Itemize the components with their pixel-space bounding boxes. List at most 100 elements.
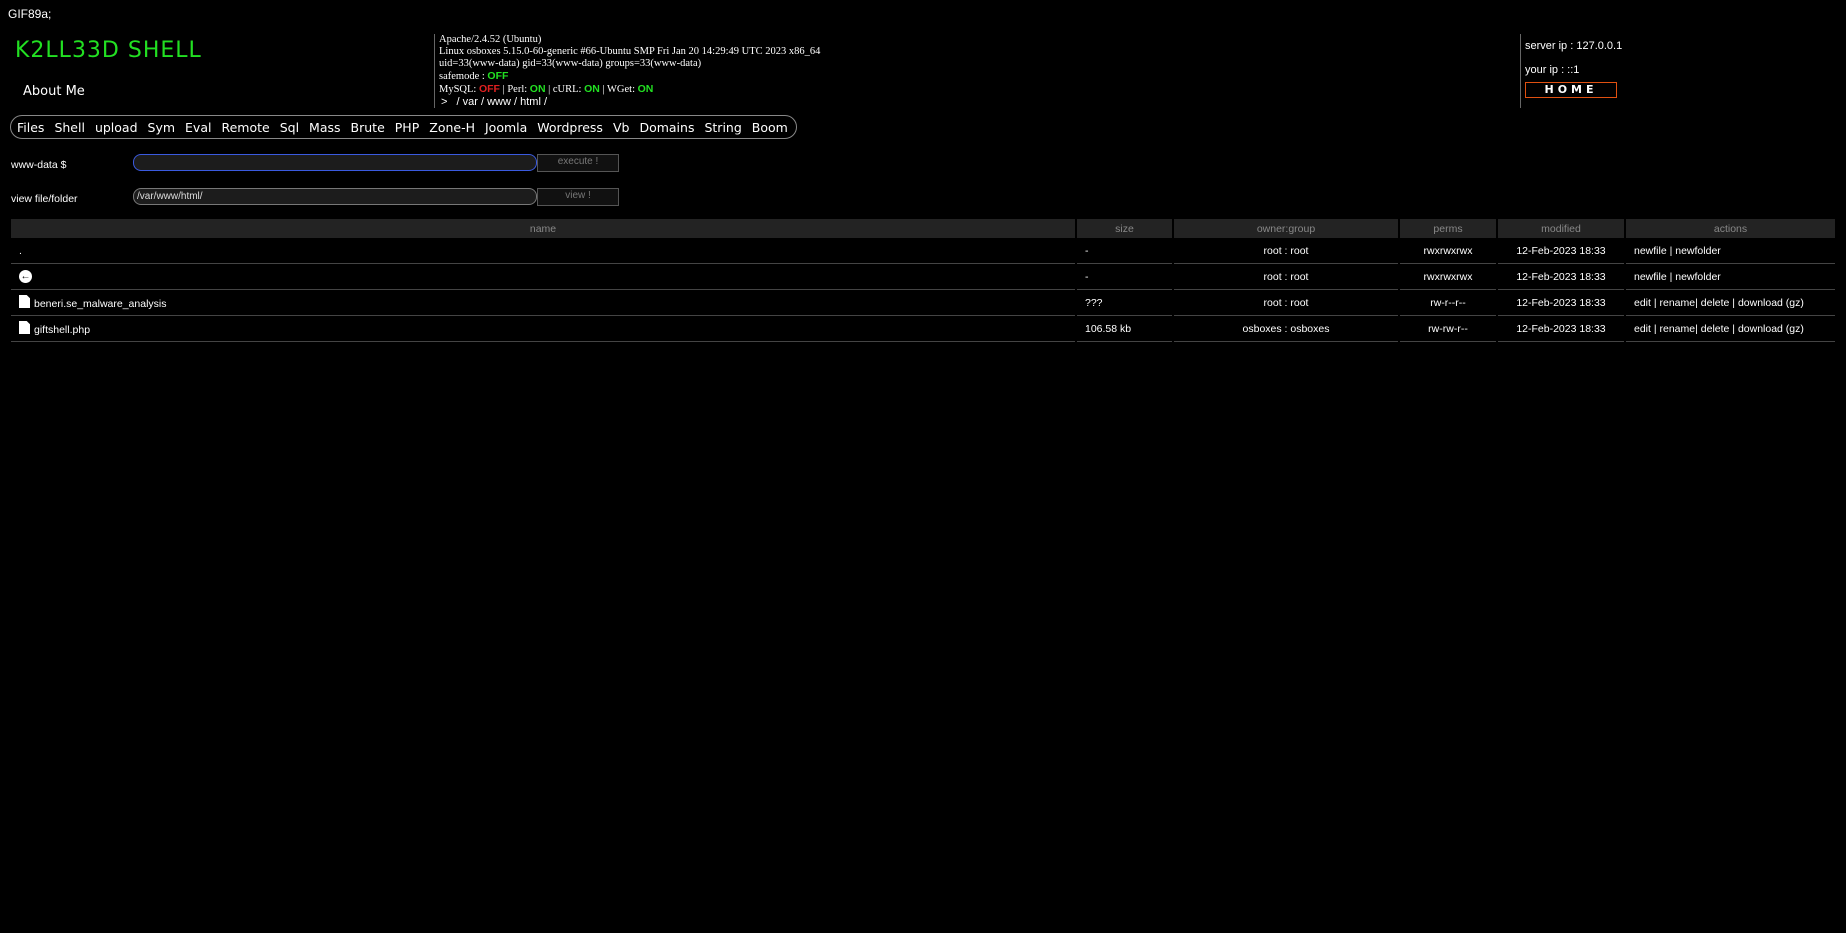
file-perms[interactable]: rwxrwxrwx	[1400, 238, 1496, 264]
file-owner: root : root	[1174, 264, 1398, 290]
file-actions: newfile | newfolder	[1626, 238, 1835, 264]
view-button[interactable]: view !	[537, 188, 619, 206]
file-icon	[19, 321, 30, 334]
file-actions: edit | rename| delete | download (gz)	[1626, 316, 1835, 342]
nav-string[interactable]: String	[704, 120, 741, 135]
download-link[interactable]: download (gz)	[1738, 297, 1804, 309]
header-perms: perms	[1400, 219, 1496, 238]
table-row: beneri.se_malware_analysis ??? root : ro…	[11, 290, 1835, 316]
back-arrow-icon[interactable]: ←	[19, 270, 32, 283]
path-separator: /	[480, 96, 485, 108]
server-ip: server ip : 127.0.0.1	[1525, 40, 1623, 52]
current-path-breadcrumb: > / var / www / html /	[439, 96, 820, 108]
view-path-label: view file/folder	[11, 193, 78, 205]
path-html-link[interactable]: html	[520, 96, 541, 108]
file-size: -	[1077, 238, 1172, 264]
uname-info: Linux osboxes 5.15.0-60-generic #66-Ubun…	[439, 46, 821, 57]
file-perms[interactable]: rwxrwxrwx	[1400, 264, 1496, 290]
rename-link[interactable]: rename	[1660, 297, 1696, 309]
nav-sym[interactable]: Sym	[148, 120, 176, 135]
rename-link[interactable]: rename	[1660, 323, 1696, 335]
header-name: name	[11, 219, 1075, 238]
curl-status: ON	[584, 83, 600, 95]
about-me-link[interactable]: About Me	[23, 84, 85, 99]
newfile-link[interactable]: newfile	[1634, 245, 1667, 257]
path-separator: /	[543, 96, 548, 108]
ip-info-panel: server ip : 127.0.0.1 your ip : ::1 HOME	[1520, 34, 1622, 108]
nav-vb[interactable]: Vb	[613, 120, 630, 135]
curl-label: | cURL:	[545, 84, 585, 95]
nav-zone-h[interactable]: Zone-H	[429, 120, 475, 135]
file-name-cell: beneri.se_malware_analysis	[11, 290, 1075, 316]
table-row: ← - root : root rwxrwxrwx 12-Feb-2023 18…	[11, 264, 1835, 290]
extensions-info: MySQL: OFF | Perl: ON | cURL: ON | WGet:…	[439, 83, 820, 96]
command-prompt-label: www-data $	[11, 159, 67, 171]
nav-boom[interactable]: Boom	[752, 120, 788, 135]
path-root-link[interactable]: /	[457, 96, 460, 108]
file-owner: root : root	[1174, 238, 1398, 264]
nav-eval[interactable]: Eval	[185, 120, 211, 135]
shell-logo: K2LL33D SHELL	[15, 38, 202, 63]
header-size: size	[1077, 219, 1172, 238]
download-link[interactable]: download (gz)	[1738, 323, 1804, 335]
file-perms[interactable]: rw-rw-r--	[1400, 316, 1496, 342]
user-info: uid=33(www-data) gid=33(www-data) groups…	[439, 58, 702, 69]
header-modified: modified	[1498, 219, 1624, 238]
command-input[interactable]	[133, 154, 537, 171]
nav-mass[interactable]: Mass	[309, 120, 340, 135]
file-list-table: name size owner:group perms modified act…	[9, 219, 1837, 342]
nav-wordpress[interactable]: Wordpress	[537, 120, 603, 135]
file-size: 106.58 kb	[1077, 316, 1172, 342]
file-owner: osboxes : osboxes	[1174, 316, 1398, 342]
nav-remote[interactable]: Remote	[221, 120, 269, 135]
path-separator: /	[514, 96, 518, 108]
execute-button[interactable]: execute !	[537, 154, 619, 172]
file-size: ???	[1077, 290, 1172, 316]
parent-dir-cell: ←	[11, 264, 1075, 290]
file-name-link[interactable]: beneri.se_malware_analysis	[34, 298, 167, 310]
delete-link[interactable]: delete	[1701, 323, 1730, 335]
path-var-link[interactable]: var	[463, 96, 478, 108]
nav-php[interactable]: PHP	[395, 120, 419, 135]
file-perms[interactable]: rw-r--r--	[1400, 290, 1496, 316]
view-path-input[interactable]	[133, 188, 537, 205]
wget-label: | WGet:	[599, 84, 638, 95]
newfolder-link[interactable]: newfolder	[1675, 245, 1721, 257]
table-row: giftshell.php 106.58 kb osboxes : osboxe…	[11, 316, 1835, 342]
server-software: Apache/2.4.52 (Ubuntu)	[439, 34, 542, 45]
your-ip: your ip : ::1	[1525, 64, 1580, 76]
file-actions: edit | rename| delete | download (gz)	[1626, 290, 1835, 316]
file-name-cell: giftshell.php	[11, 316, 1075, 342]
delete-link[interactable]: delete	[1701, 297, 1730, 309]
table-row: . - root : root rwxrwxrwx 12-Feb-2023 18…	[11, 238, 1835, 264]
edit-link[interactable]: edit	[1634, 323, 1651, 335]
nav-upload[interactable]: upload	[95, 120, 138, 135]
file-modified: 12-Feb-2023 18:33	[1498, 290, 1624, 316]
edit-link[interactable]: edit	[1634, 297, 1651, 309]
file-actions: newfile | newfolder	[1626, 264, 1835, 290]
file-owner: root : root	[1174, 290, 1398, 316]
nav-sql[interactable]: Sql	[280, 120, 299, 135]
nav-files[interactable]: Files	[17, 120, 44, 135]
file-name-link[interactable]: .	[11, 238, 1075, 264]
newfolder-link[interactable]: newfolder	[1675, 271, 1721, 283]
file-size: -	[1077, 264, 1172, 290]
nav-joomla[interactable]: Joomla	[485, 120, 527, 135]
path-www-link[interactable]: www	[487, 96, 511, 108]
header-actions: actions	[1626, 219, 1835, 238]
home-button[interactable]: HOME	[1525, 82, 1617, 98]
wget-status: ON	[637, 83, 654, 95]
file-modified: 12-Feb-2023 18:33	[1498, 316, 1624, 342]
nav-domains[interactable]: Domains	[639, 120, 694, 135]
nav-shell[interactable]: Shell	[54, 120, 85, 135]
mysql-status: OFF	[478, 83, 500, 95]
nav-brute[interactable]: Brute	[351, 120, 385, 135]
perl-label: | Perl:	[499, 84, 530, 95]
file-icon	[19, 295, 30, 308]
perl-status: ON	[529, 83, 546, 95]
header-owner-group: owner:group	[1174, 219, 1398, 238]
safemode-info: safemode : OFF	[439, 70, 820, 83]
file-name-link[interactable]: giftshell.php	[34, 324, 90, 336]
newfile-link[interactable]: newfile	[1634, 271, 1667, 283]
safemode-status: OFF	[487, 70, 509, 82]
